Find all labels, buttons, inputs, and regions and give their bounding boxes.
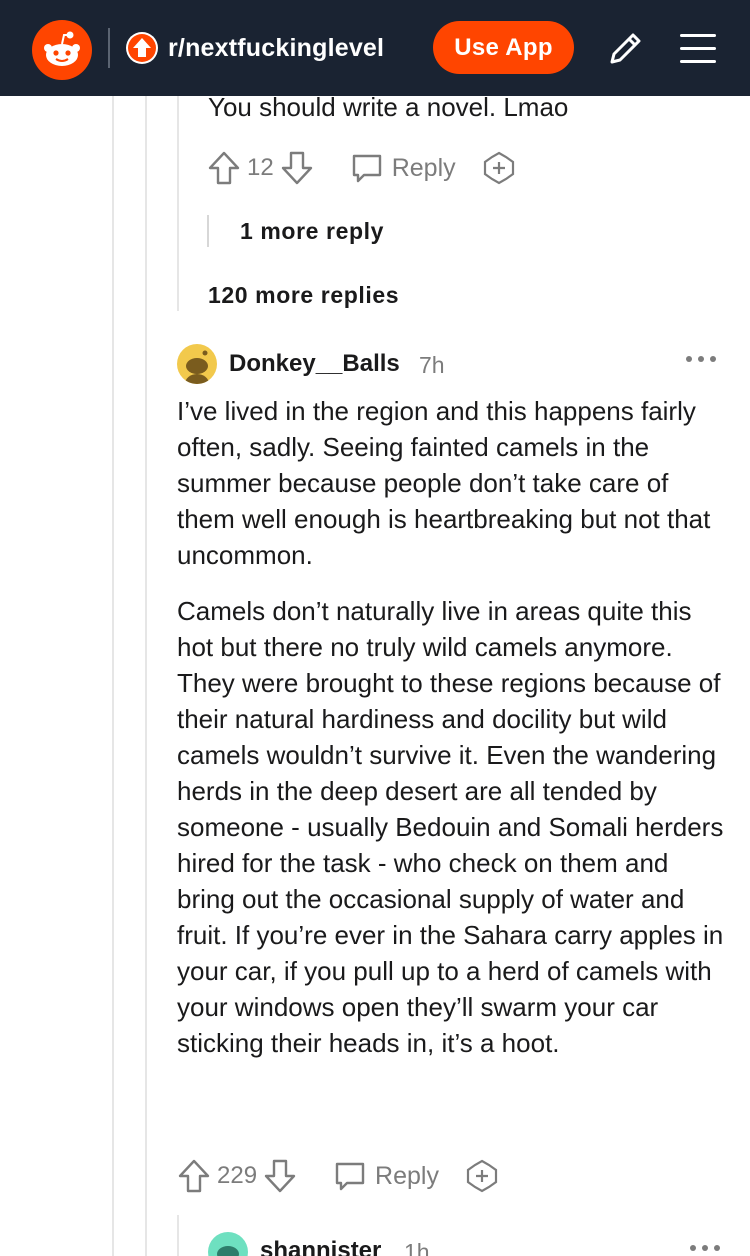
reply-button[interactable]: Reply: [333, 1159, 439, 1193]
more-replies-link[interactable]: 1 more reply: [240, 218, 384, 245]
avatar[interactable]: [208, 1232, 248, 1256]
comment-username[interactable]: Donkey__Balls: [229, 350, 400, 378]
downvote-icon[interactable]: [263, 1158, 297, 1194]
subreddit-name[interactable]: r/nextfuckinglevel: [168, 30, 384, 66]
upvote-icon[interactable]: [207, 150, 241, 186]
thread-line[interactable]: [177, 1215, 179, 1256]
top-bar: r/nextfuckinglevel Use App: [0, 0, 750, 96]
header-divider: [108, 28, 110, 68]
comment-actions: 12 Reply: [207, 148, 516, 188]
vote-score: 12: [247, 154, 274, 181]
thread-line[interactable]: [112, 96, 114, 1256]
comment-paragraph: I’ve lived in the region and this happen…: [177, 396, 711, 570]
upvote-arrow-icon[interactable]: [126, 32, 158, 64]
comment-actions: 229 Reply: [177, 1156, 499, 1196]
thread-line[interactable]: [177, 96, 179, 311]
comment-timestamp: 1h: [404, 1239, 430, 1256]
reply-label: Reply: [391, 153, 456, 182]
hamburger-menu-icon[interactable]: [678, 30, 718, 66]
more-options-icon[interactable]: [688, 1243, 722, 1253]
award-icon[interactable]: [482, 151, 516, 185]
downvote-icon[interactable]: [280, 150, 314, 186]
reply-bubble-icon: [352, 154, 381, 183]
comment-timestamp: 7h: [419, 352, 445, 378]
reply-bubble-icon: [335, 1162, 365, 1191]
use-app-button[interactable]: Use App: [433, 21, 574, 74]
vote-score: 229: [217, 1162, 258, 1189]
reply-button[interactable]: Reply: [350, 151, 456, 185]
pencil-icon[interactable]: [604, 28, 646, 70]
avatar[interactable]: [177, 344, 217, 384]
reddit-logo-icon[interactable]: [32, 20, 92, 80]
comment-paragraph: Camels don’t naturally live in areas qui…: [177, 596, 724, 1058]
award-icon[interactable]: [465, 1159, 499, 1193]
more-replies-link[interactable]: 120 more replies: [208, 282, 399, 309]
thread-line[interactable]: [145, 96, 147, 1256]
thread-line[interactable]: [207, 215, 209, 247]
comment-text: You should write a novel. Lmao: [208, 92, 569, 122]
comment-username[interactable]: shannister: [260, 1237, 381, 1256]
reply-label: Reply: [375, 1161, 439, 1190]
comment-body: I’ve lived in the region and this happen…: [177, 393, 727, 1081]
upvote-icon[interactable]: [177, 1158, 211, 1194]
more-options-icon[interactable]: [684, 354, 718, 364]
